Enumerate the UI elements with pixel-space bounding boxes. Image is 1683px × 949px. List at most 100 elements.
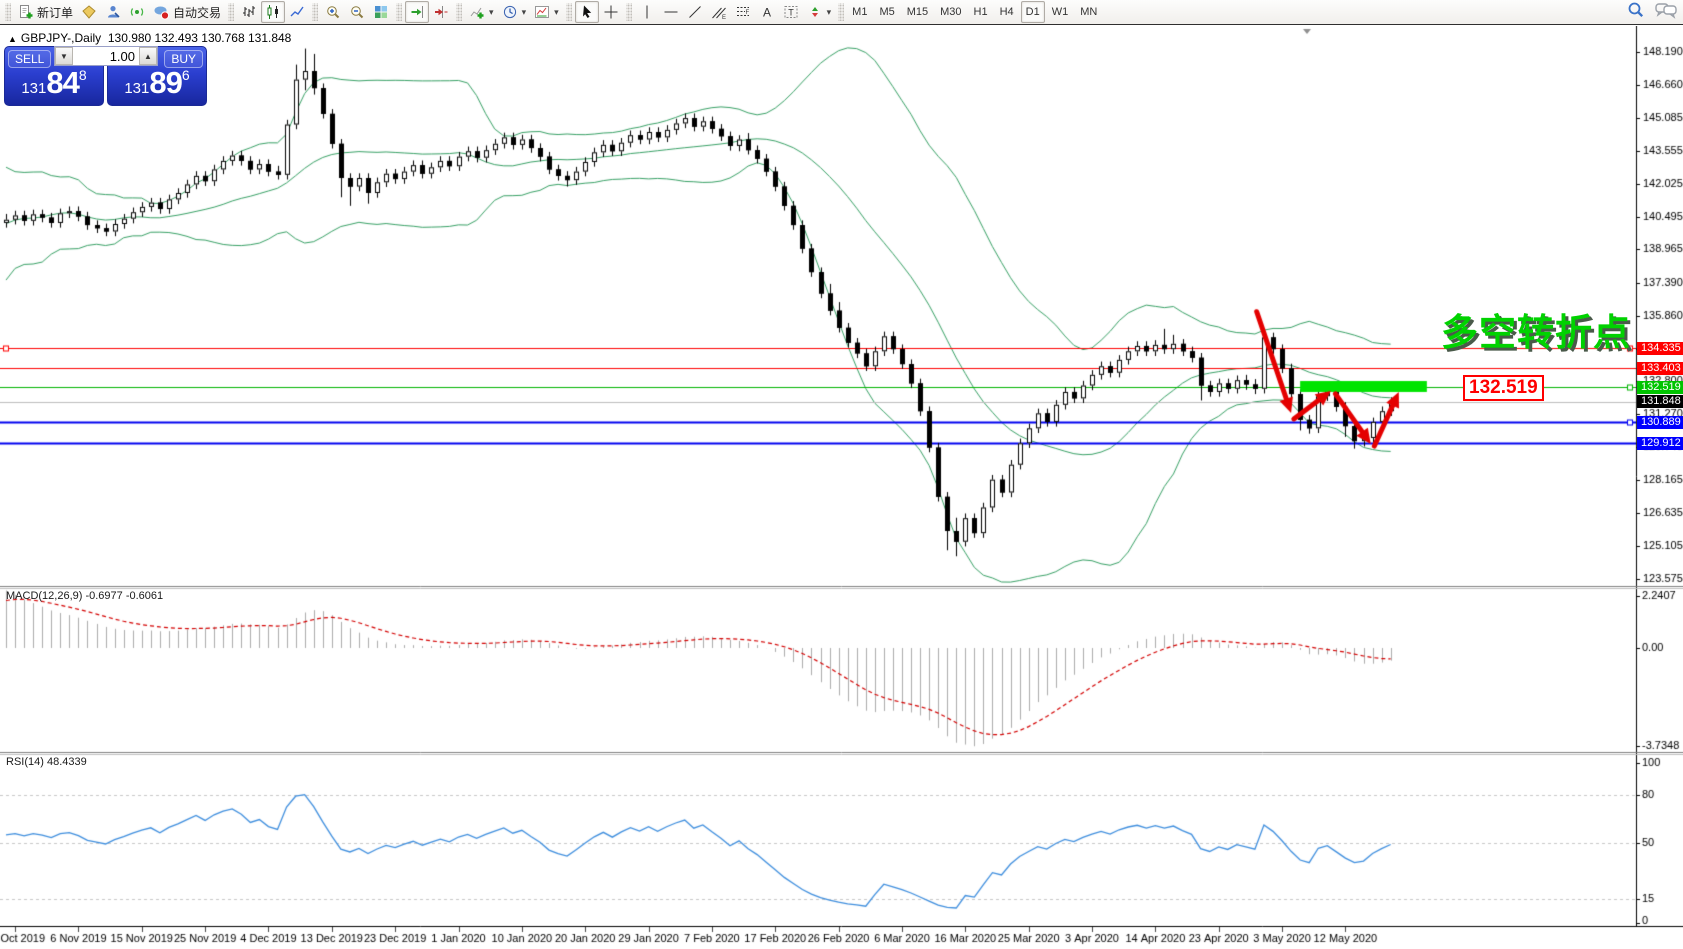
timeframe-button-m5[interactable]: M5 bbox=[874, 1, 899, 23]
new-order-label: 新订单 bbox=[37, 5, 74, 20]
timeframes-dropdown-caret[interactable]: ▾ bbox=[522, 7, 527, 18]
timeframe-button-h1[interactable]: H1 bbox=[969, 1, 993, 23]
price-axis-chip-132.519: 132.519 bbox=[1637, 380, 1683, 394]
line-chart-mode-button[interactable] bbox=[285, 1, 309, 23]
timeframe-button-d1[interactable]: D1 bbox=[1020, 1, 1045, 23]
svg-text:T: T bbox=[788, 8, 794, 18]
vertical-line-tool[interactable] bbox=[635, 1, 659, 23]
label-icon: T bbox=[783, 4, 799, 20]
autotrading-label: 自动交易 bbox=[173, 5, 222, 20]
fibonacci-icon: F bbox=[735, 4, 751, 20]
indicators-dropdown-caret[interactable]: ▾ bbox=[489, 7, 494, 18]
toolbar-grip bbox=[312, 3, 319, 21]
timeframe-button-h4[interactable]: H4 bbox=[995, 1, 1019, 23]
price-chart-canvas[interactable] bbox=[0, 26, 1683, 949]
auto-scroll-button[interactable] bbox=[405, 1, 430, 23]
mt4-window: 新订单 自动交易 ▾ ▾ ▾ E F A T ▾ M1 M5 M15 M30 H… bbox=[0, 0, 1683, 949]
arrows-tool[interactable]: ▾ bbox=[803, 1, 836, 23]
indicators-icon bbox=[469, 4, 485, 20]
toolbar-right-icons bbox=[1627, 1, 1677, 23]
trendline-tool[interactable] bbox=[683, 1, 707, 23]
clock-icon bbox=[502, 4, 518, 20]
chart-annotation-text: 多空转折点 bbox=[1441, 312, 1631, 353]
channel-tool[interactable]: E bbox=[707, 1, 731, 23]
bar-chart-icon bbox=[241, 4, 257, 20]
chart-shift-icon bbox=[433, 4, 449, 20]
autotrading-icon bbox=[153, 4, 170, 20]
toolbar-grip bbox=[565, 3, 572, 21]
svg-text:A: A bbox=[763, 6, 771, 20]
zoom-in-button[interactable] bbox=[321, 1, 345, 23]
trendline-icon bbox=[687, 4, 703, 20]
toolbar-grip bbox=[5, 3, 11, 21]
chart-window-icon bbox=[81, 4, 97, 20]
vertical-line-icon bbox=[640, 4, 654, 20]
price-axis-chip-129.912: 129.912 bbox=[1637, 436, 1683, 450]
volume-increase-button[interactable]: ▲ bbox=[139, 47, 157, 65]
toolbar-grip bbox=[625, 3, 632, 21]
collapse-panel-icon[interactable]: ▲ bbox=[8, 34, 17, 44]
cursor-tool-button[interactable] bbox=[574, 1, 599, 23]
horizontal-line-tool[interactable] bbox=[659, 1, 683, 23]
toolbar-grip bbox=[456, 3, 463, 21]
templates-dropdown-caret[interactable]: ▾ bbox=[554, 7, 559, 18]
ohlc-values: 130.980 132.493 130.768 131.848 bbox=[107, 31, 292, 45]
channel-icon: E bbox=[711, 4, 727, 20]
line-chart-icon bbox=[289, 4, 305, 20]
text-tool[interactable]: A bbox=[755, 1, 779, 23]
volume-input[interactable] bbox=[73, 47, 139, 65]
fibonacci-tool[interactable]: F bbox=[731, 1, 755, 23]
candlestick-mode-button[interactable] bbox=[261, 1, 286, 23]
chart-title: ▲ GBPJPY-,Daily 130.980 132.493 130.768 1… bbox=[8, 31, 291, 45]
timeframe-button-m1[interactable]: M1 bbox=[847, 1, 872, 23]
toolbar-grip bbox=[228, 3, 235, 21]
autotrading-button[interactable]: 自动交易 bbox=[149, 1, 225, 23]
price-axis-chip-130.889: 130.889 bbox=[1637, 415, 1683, 429]
volume-stepper: ▼ ▲ bbox=[54, 46, 158, 66]
timeframe-button-mn[interactable]: MN bbox=[1075, 1, 1102, 23]
indicators-button[interactable]: ▾ bbox=[465, 1, 498, 23]
horizontal-line-icon bbox=[663, 4, 679, 20]
timeframe-button-w1[interactable]: W1 bbox=[1047, 1, 1074, 23]
toolbar-grip bbox=[838, 3, 845, 21]
signals-icon bbox=[129, 4, 145, 20]
bar-chart-mode-button[interactable] bbox=[237, 1, 261, 23]
zoom-out-icon bbox=[349, 4, 365, 20]
price-axis-chip-131.848: 131.848 bbox=[1637, 395, 1683, 409]
price-axis-chip-133.403: 133.403 bbox=[1637, 361, 1683, 375]
timeframe-button-m15[interactable]: M15 bbox=[902, 1, 933, 23]
timeframe-button-m30[interactable]: M30 bbox=[935, 1, 966, 23]
tile-windows-button[interactable] bbox=[369, 1, 393, 23]
chart-window-button[interactable] bbox=[77, 1, 101, 23]
chart-window: ▲ GBPJPY-,Daily 130.980 132.493 130.768 1… bbox=[0, 26, 1683, 949]
arrows-dropdown-caret[interactable]: ▾ bbox=[827, 7, 832, 18]
timeframe-group: M1 M5 M15 M30 H1 H4 D1 W1 MN bbox=[847, 1, 1102, 23]
chart-shift-button[interactable] bbox=[429, 1, 453, 23]
svg-text:F: F bbox=[745, 10, 749, 16]
new-order-button[interactable]: 新订单 bbox=[14, 1, 77, 23]
chat-icon[interactable] bbox=[1655, 1, 1677, 24]
tile-windows-icon bbox=[373, 4, 389, 20]
one-click-trading-panel: SELL 131848 BUY 131896 ▼ ▲ bbox=[4, 46, 208, 106]
search-icon[interactable] bbox=[1627, 1, 1645, 24]
template-icon bbox=[534, 4, 550, 20]
signals-button[interactable] bbox=[125, 1, 149, 23]
timeframes-button[interactable]: ▾ bbox=[498, 1, 531, 23]
crosshair-tool-button[interactable] bbox=[599, 1, 623, 23]
zoom-out-button[interactable] bbox=[345, 1, 369, 23]
cursor-icon bbox=[579, 4, 595, 20]
symbol-period-label: GBPJPY-,Daily bbox=[20, 31, 102, 45]
text-icon: A bbox=[760, 4, 774, 20]
label-tool[interactable]: T bbox=[779, 1, 803, 23]
toolbar-grip bbox=[396, 3, 403, 21]
market-watch-button[interactable] bbox=[101, 1, 125, 23]
templates-button[interactable]: ▾ bbox=[530, 1, 563, 23]
candlestick-icon bbox=[265, 4, 281, 20]
main-toolbar: 新订单 自动交易 ▾ ▾ ▾ E F A T ▾ M1 M5 M15 M30 H… bbox=[0, 0, 1683, 25]
crosshair-icon bbox=[603, 4, 619, 20]
new-order-icon bbox=[18, 4, 34, 20]
volume-decrease-button[interactable]: ▼ bbox=[55, 47, 73, 65]
buy-price: 131896 bbox=[124, 65, 190, 100]
arrows-icon bbox=[807, 4, 823, 20]
macd-indicator-label: MACD(12,26,9) -0.6977 -0.6061 bbox=[6, 590, 164, 602]
